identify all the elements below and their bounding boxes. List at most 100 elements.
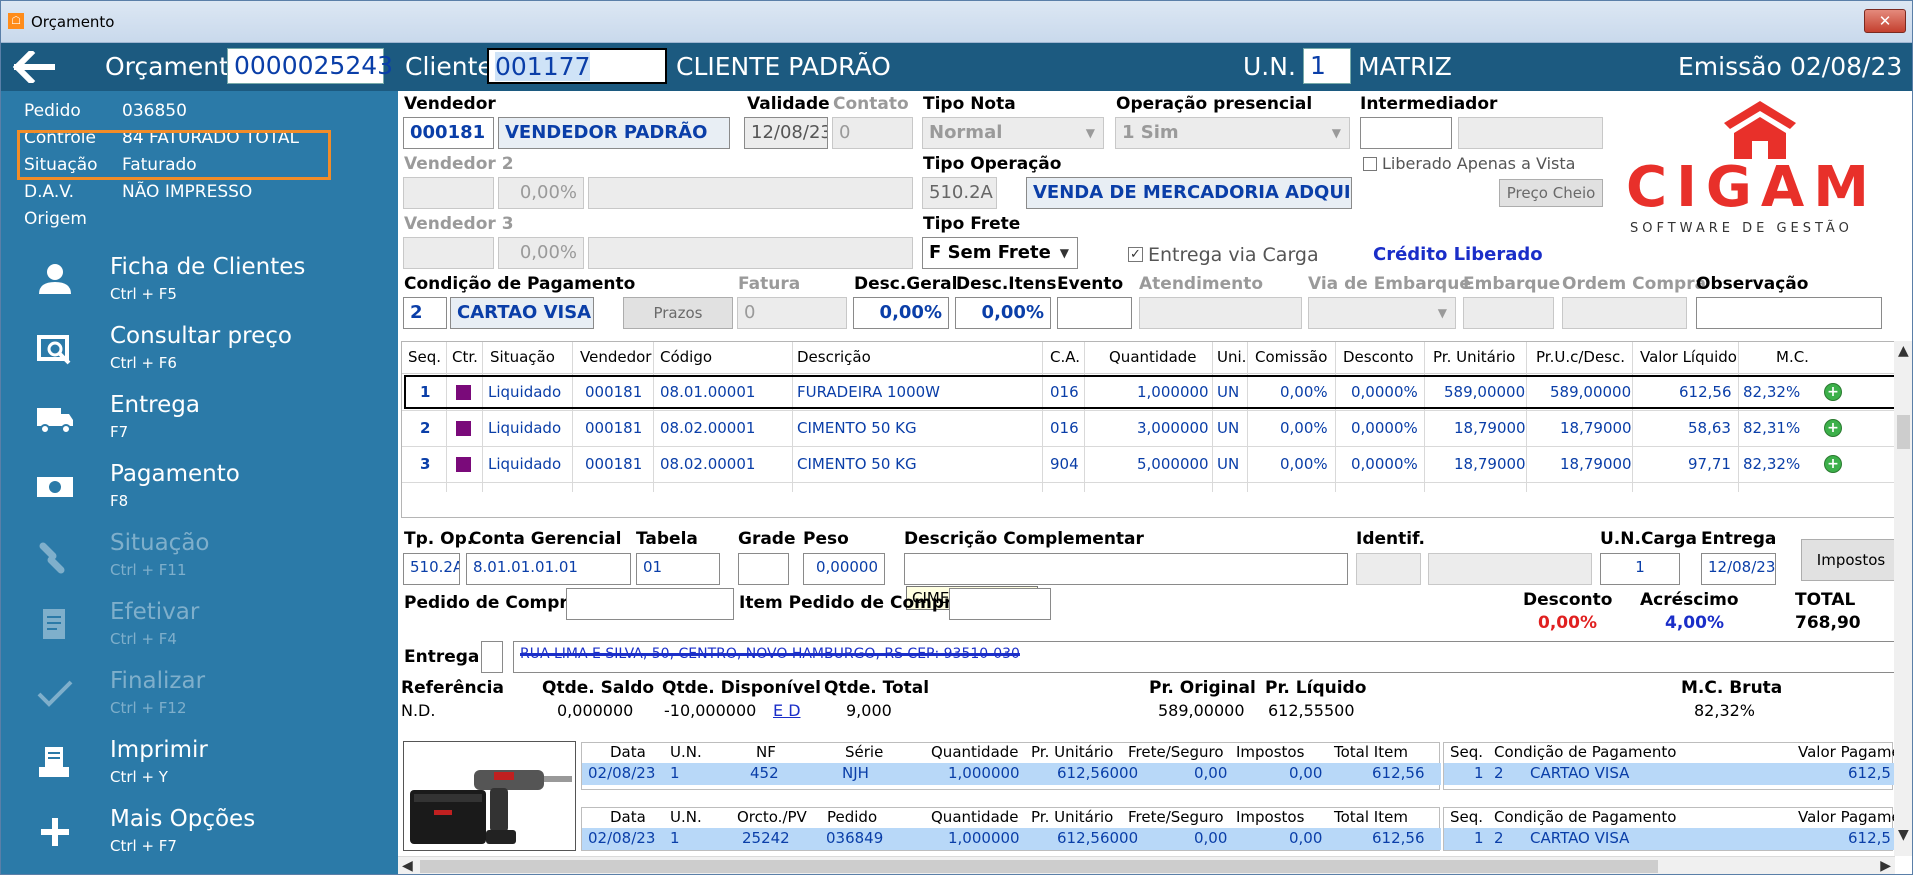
- vendedor2-code-field: [403, 177, 494, 209]
- desc-itens-label: Desc.Itens: [956, 274, 1057, 294]
- add-icon[interactable]: +: [1824, 455, 1842, 473]
- grade-field[interactable]: [738, 553, 789, 585]
- liberado-vista-checkbox[interactable]: [1363, 157, 1377, 171]
- tipo-operacao-code-field[interactable]: 510.2A: [922, 177, 997, 209]
- table-row[interactable]: 1 2 CARTAO VISA 612,5: [1444, 828, 1894, 850]
- add-icon[interactable]: +: [1824, 419, 1842, 437]
- pag-table-2-header: Seq. Condição de Pagamento Valor Pagamen: [1444, 808, 1910, 828]
- entrega-address-label: Entrega: [404, 647, 480, 667]
- horizontal-scrollbar[interactable]: ◀ ▶: [398, 856, 1895, 874]
- cell-uni: UN: [1217, 455, 1240, 473]
- nf-cell-frete: 0,00: [1194, 764, 1228, 782]
- scroll-thumb-h[interactable]: [420, 860, 1658, 873]
- tabela-field[interactable]: 01: [636, 553, 720, 585]
- col-ca: C.A.: [1050, 348, 1081, 366]
- scroll-thumb[interactable]: [1897, 415, 1910, 449]
- tipo-frete-select[interactable]: F Sem Frete ▼: [922, 237, 1078, 269]
- cliente-code-input[interactable]: 001177: [487, 48, 667, 84]
- pedido-compra-field[interactable]: [566, 588, 734, 620]
- back-arrow-icon[interactable]: [13, 51, 55, 83]
- menu-shortcut: F7: [110, 423, 129, 441]
- menu-imprimir[interactable]: Imprimir Ctrl + Y: [1, 731, 398, 797]
- item-pedido-compra-field[interactable]: [949, 588, 1051, 620]
- referencia-label: Referência: [401, 678, 504, 698]
- vendedor3-label: Vendedor 3: [404, 214, 514, 234]
- menu-entrega[interactable]: Entrega F7: [1, 386, 398, 452]
- col-quantidade: Quantidade: [1109, 348, 1197, 366]
- chevron-down-icon: ▼: [1437, 306, 1447, 320]
- entrega-address-field[interactable]: RUA LIMA E SILVA, 50, CENTRO, NOVO HAMBU…: [513, 641, 1912, 673]
- cell-ca: 016: [1050, 419, 1079, 437]
- table-row[interactable]: 1 Liquidado 000181 08.01.00001 FURADEIRA…: [402, 375, 1908, 410]
- entrega-date-field[interactable]: 12/08/23: [1701, 553, 1776, 585]
- intermediador-code-field[interactable]: [1360, 117, 1452, 149]
- cell-desconto: 0,0000%: [1351, 455, 1418, 473]
- scroll-up-arrow[interactable]: ▲: [1898, 343, 1909, 359]
- un-input[interactable]: 1: [1303, 48, 1351, 84]
- cond-pag-code-field[interactable]: 2: [403, 297, 447, 329]
- un-carga-field[interactable]: 1: [1600, 553, 1680, 585]
- entrega-carga-checkbox[interactable]: ✓: [1128, 247, 1143, 262]
- total-label: TOTAL: [1795, 590, 1856, 610]
- status-color-box: [456, 421, 471, 436]
- col-uni: Uni.: [1217, 348, 1247, 366]
- table-row[interactable]: 1 2 CARTAO VISA 612,5: [1444, 763, 1894, 785]
- impostos-button[interactable]: Impostos: [1801, 539, 1901, 581]
- cell-pr-uc-desc: 18,79000: [1560, 455, 1632, 473]
- vendedor-code-field[interactable]: 000181: [403, 117, 494, 149]
- pag2-cell-cond-code: 2: [1494, 829, 1504, 847]
- scroll-left-arrow[interactable]: ◀: [402, 858, 413, 874]
- col-situacao: Situação: [490, 348, 555, 366]
- validade-field[interactable]: 12/08/23: [744, 117, 828, 149]
- status-color-box: [456, 385, 471, 400]
- evento-field[interactable]: [1057, 297, 1132, 329]
- vertical-scrollbar[interactable]: ▲ ▼: [1894, 341, 1912, 856]
- table-row[interactable]: 02/08/23 1 25242 036849 1,000000 612,560…: [582, 828, 1441, 850]
- orcamento-number-field[interactable]: 0000025243: [227, 48, 393, 84]
- tp-op-label: Tp. Op.: [404, 529, 474, 549]
- qtde-disponivel-links[interactable]: E D: [773, 701, 801, 720]
- peso-field[interactable]: 0,00000: [803, 553, 885, 585]
- atendimento-label: Atendimento: [1139, 274, 1264, 294]
- close-button[interactable]: ✕: [1864, 9, 1906, 33]
- desc-geral-field[interactable]: 0,00%: [853, 297, 949, 329]
- sidebar: Pedido 036850 Controle 84 FATURADO TOTAL…: [1, 91, 398, 874]
- nf-col-data: Data: [610, 743, 646, 761]
- nf-cell-nf: 452: [750, 764, 779, 782]
- add-icon[interactable]: +: [1824, 383, 1842, 401]
- menu-pagamento[interactable]: Pagamento F8: [1, 455, 398, 521]
- qtde-saldo-label: Qtde. Saldo: [542, 678, 655, 698]
- menu-ficha-clientes[interactable]: Ficha de Clientes Ctrl + F5: [1, 248, 398, 314]
- observacao-field[interactable]: [1696, 297, 1882, 329]
- menu-label: Mais Opções: [110, 806, 256, 832]
- liberado-vista-label: Liberado Apenas a Vista: [1382, 154, 1576, 173]
- cell-codigo: 08.01.00001: [660, 383, 756, 401]
- nf-cell-total: 612,56: [1372, 764, 1425, 782]
- table-row[interactable]: 02/08/23 1 452 NJH 1,000000 612,56000 0,…: [582, 763, 1441, 785]
- cell-situacao: Liquidado: [488, 383, 562, 401]
- menu-label: Situação: [110, 530, 210, 556]
- cond-pag-desc-field: CARTAO VISA: [450, 297, 594, 329]
- orc-cell-quantidade: 1,000000: [948, 829, 1020, 847]
- desc-itens-field[interactable]: 0,00%: [955, 297, 1051, 329]
- entrega-address-check[interactable]: [481, 641, 503, 673]
- menu-label: Pagamento: [110, 461, 240, 487]
- orc-col-frete: Frete/Seguro: [1128, 808, 1224, 826]
- conta-gerencial-field[interactable]: 8.01.01.01.01: [466, 553, 631, 585]
- scroll-down-arrow[interactable]: ▼: [1898, 827, 1909, 843]
- cell-comissao: 0,00%: [1280, 383, 1328, 401]
- menu-mais-opcoes[interactable]: Mais Opções Ctrl + F7: [1, 800, 398, 866]
- menu-shortcut: Ctrl + Y: [110, 768, 168, 786]
- menu-consultar-preco[interactable]: Consultar preço Ctrl + F6: [1, 317, 398, 383]
- table-row[interactable]: 3 Liquidado 000181 08.02.00001 CIMENTO 5…: [402, 447, 1908, 482]
- table-row[interactable]: 2 Liquidado 000181 08.02.00001 CIMENTO 5…: [402, 411, 1908, 446]
- nf-cell-data: 02/08/23: [588, 764, 656, 782]
- nf-col-frete: Frete/Seguro: [1128, 743, 1224, 761]
- scroll-right-arrow[interactable]: ▶: [1880, 858, 1891, 874]
- preco-cheio-button[interactable]: Preço Cheio: [1499, 179, 1603, 207]
- desc-complementar-field[interactable]: [904, 553, 1348, 585]
- nf-col-nf: NF: [756, 743, 776, 761]
- tp-op-field[interactable]: 510.2A: [403, 553, 460, 585]
- prazos-button[interactable]: Prazos: [623, 297, 733, 329]
- cell-quantidade: 3,000000: [1137, 419, 1209, 437]
